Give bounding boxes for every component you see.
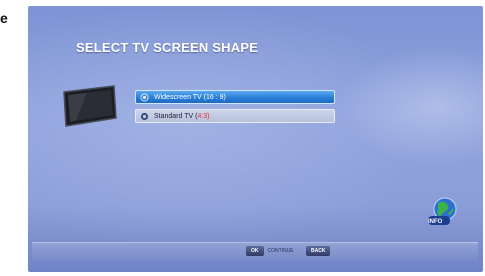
ok-label: CONTINUE bbox=[267, 248, 294, 254]
footer-bar: OK CONTINUE BACK bbox=[32, 242, 478, 261]
option-standard[interactable]: Standard TV (4:3) bbox=[135, 109, 335, 123]
radio-selected-icon bbox=[140, 93, 149, 102]
radio-unselected-icon bbox=[140, 112, 149, 121]
page-title: SELECT TV SCREEN SHAPE bbox=[76, 40, 259, 55]
tv-icon bbox=[63, 85, 117, 127]
ok-button[interactable]: OK bbox=[246, 246, 264, 256]
back-button[interactable]: BACK bbox=[306, 246, 331, 256]
edge-letter: e bbox=[0, 10, 8, 26]
info-label: INFO bbox=[428, 219, 443, 225]
screen-shape-options: Widescreen TV (16 : 9) Standard TV (4:3) bbox=[135, 90, 335, 128]
option-label: Widescreen TV (16 : 9) bbox=[154, 93, 226, 101]
option-label: Standard TV ( bbox=[154, 112, 198, 120]
option-label-highlight: 4:3) bbox=[197, 112, 210, 120]
ok-hint: OK CONTINUE bbox=[246, 246, 294, 256]
tv-setup-screen: SELECT TV SCREEN SHAPE Widescreen TV (16… bbox=[28, 6, 483, 272]
option-widescreen[interactable]: Widescreen TV (16 : 9) bbox=[135, 90, 335, 104]
back-hint: BACK bbox=[306, 246, 331, 256]
